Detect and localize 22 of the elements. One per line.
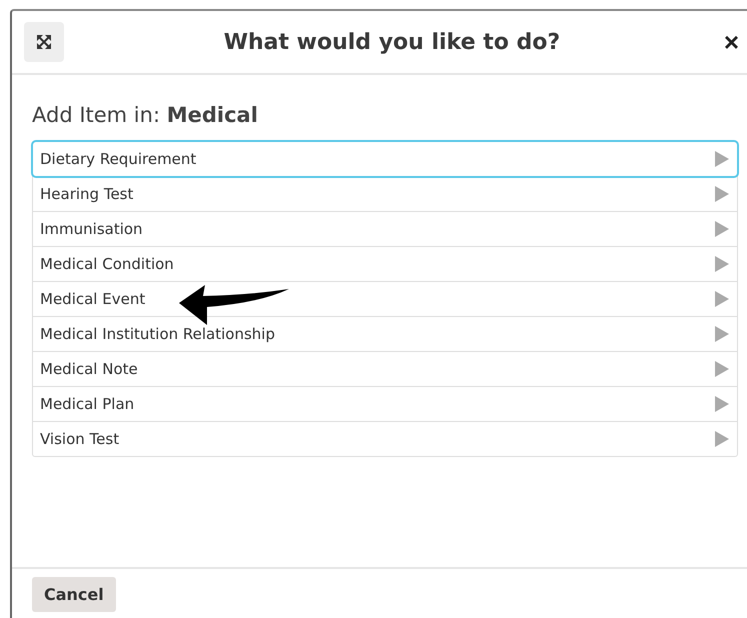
triangle-right-icon — [715, 186, 729, 202]
list-item[interactable]: Medical Note — [33, 351, 737, 386]
triangle-right-icon — [715, 291, 729, 307]
cancel-button[interactable]: Cancel — [32, 577, 116, 612]
triangle-right-icon — [715, 361, 729, 377]
dialog-title: What would you like to do? — [222, 30, 562, 54]
list-item[interactable]: Dietary Requirement — [33, 142, 737, 176]
triangle-right-icon — [715, 221, 729, 237]
list-item[interactable]: Hearing Test — [33, 176, 737, 211]
triangle-right-icon — [715, 396, 729, 412]
triangle-right-icon — [715, 326, 729, 342]
triangle-right-icon — [715, 256, 729, 272]
triangle-right-icon — [715, 151, 729, 167]
list-item[interactable]: Medical Institution Relationship — [33, 316, 737, 351]
list-item[interactable]: Immunisation — [33, 211, 737, 246]
list-item[interactable]: Medical Plan — [33, 386, 737, 421]
section-heading: Add Item in: Medical — [32, 103, 259, 127]
close-button[interactable]: × — [720, 29, 743, 55]
list-item[interactable]: Medical Condition — [33, 246, 737, 281]
expand-icon[interactable] — [24, 22, 64, 62]
list-item[interactable]: Vision Test — [33, 421, 737, 456]
triangle-right-icon — [715, 431, 729, 447]
